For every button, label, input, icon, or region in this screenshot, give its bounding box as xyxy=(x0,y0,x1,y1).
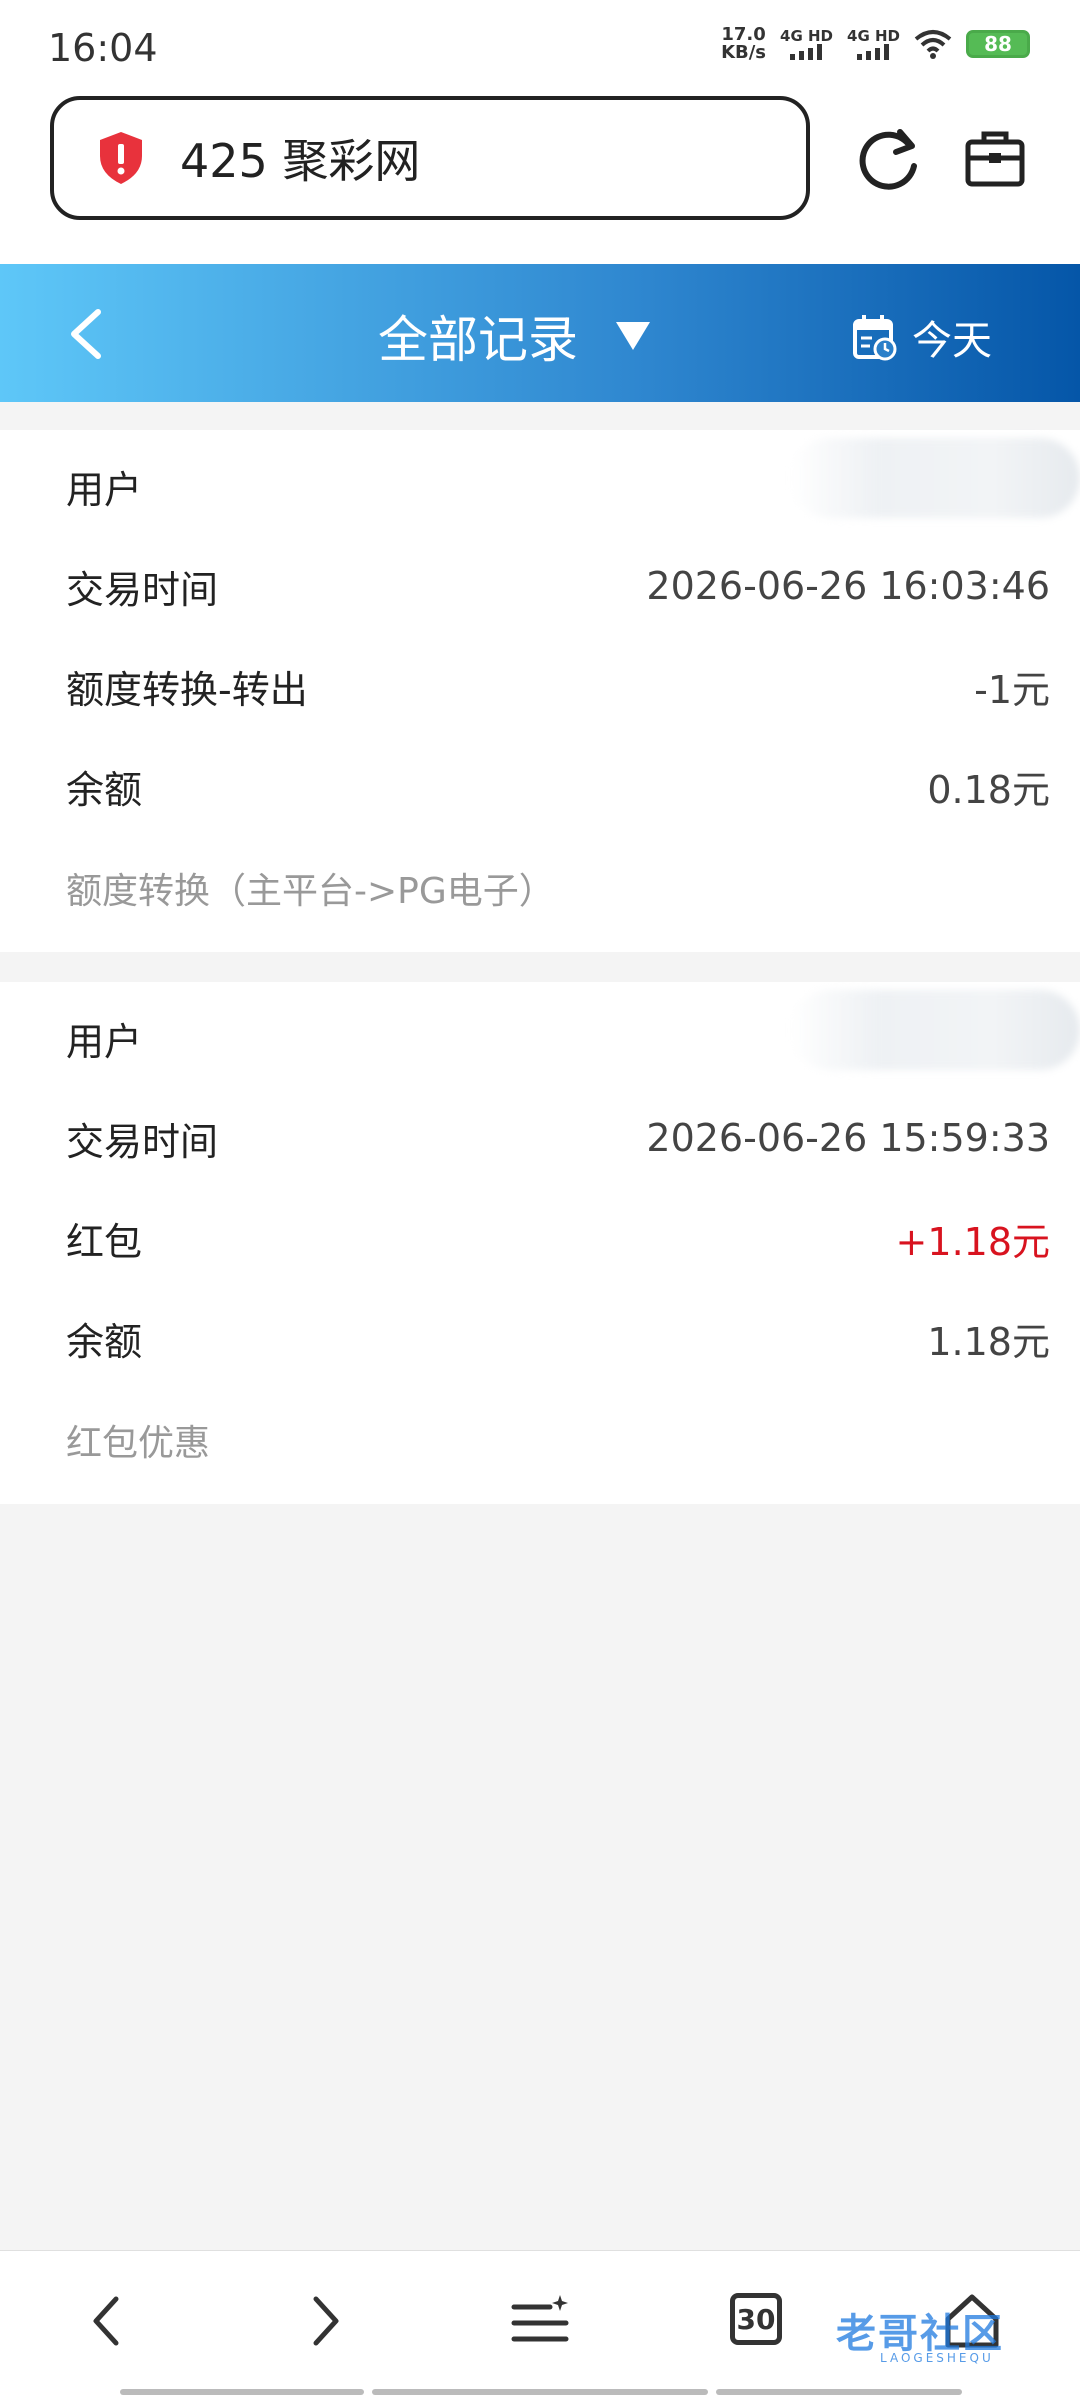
signal-bars-icon xyxy=(789,44,822,60)
browser-toolbar: 425 聚彩网 xyxy=(0,96,1080,264)
record-time-row: 交易时间 2026-06-26 15:59:33 xyxy=(66,1116,1050,1164)
transaction-record: 用户 交易时间 2026-06-26 15:59:33 红包 +1.18元 余额… xyxy=(0,982,1080,1504)
battery-indicator: 88 xyxy=(966,30,1030,58)
transaction-time: 2026-06-26 15:59:33 xyxy=(646,1116,1050,1160)
record-note: 额度转换（主平台->PG电子） xyxy=(66,871,555,912)
address-bar[interactable]: 425 聚彩网 xyxy=(50,96,810,220)
signal-2: 4G HD xyxy=(847,28,900,60)
status-icons: 17.0 KB/s 4G HD 4G HD 88 xyxy=(721,26,1030,62)
nav-forward-icon[interactable] xyxy=(306,2293,346,2349)
transaction-time: 2026-06-26 16:03:46 xyxy=(646,564,1050,608)
browser-bottom-nav: 30 老哥社区 LAOGESHEQU xyxy=(0,2250,1080,2401)
record-type-row: 红包 +1.18元 xyxy=(66,1208,1050,1268)
balance-value: 0.18元 xyxy=(927,767,1050,812)
balance-value: 1.18元 xyxy=(927,1319,1050,1364)
network-speed: 17.0 KB/s xyxy=(721,24,767,63)
transaction-record: 用户 交易时间 2026-06-26 16:03:46 额度转换-转出 -1元 … xyxy=(0,430,1080,952)
date-filter-button[interactable]: 今天 xyxy=(852,308,992,366)
record-user-row: 用户 xyxy=(66,467,143,512)
nav-indicator-segment xyxy=(372,2389,708,2395)
dropdown-triangle-icon xyxy=(616,322,650,350)
page-title: 全部记录 xyxy=(378,311,578,369)
signal-1: 4G HD xyxy=(780,28,833,60)
page-header: 全部记录 今天 xyxy=(0,264,1080,402)
record-time-row: 交易时间 2026-06-26 16:03:46 xyxy=(66,564,1050,612)
record-note: 红包优惠 xyxy=(66,1423,211,1464)
shield-icon xyxy=(100,132,142,184)
watermark-subtext: LAOGESHEQU xyxy=(880,2351,994,2365)
nav-indicator-segment xyxy=(120,2389,364,2395)
today-label: 今天 xyxy=(912,318,992,364)
address-text: 425 聚彩网 xyxy=(180,134,421,188)
transaction-amount: -1元 xyxy=(974,667,1050,712)
record-balance-row: 余额 1.18元 xyxy=(66,1308,1050,1368)
record-type-dropdown[interactable]: 全部记录 xyxy=(378,300,652,372)
tabs-count-button[interactable]: 30 xyxy=(730,2293,782,2345)
refresh-icon[interactable] xyxy=(856,126,922,192)
status-bar: 16:04 17.0 KB/s 4G HD 4G HD 88 xyxy=(0,0,1080,96)
wifi-icon xyxy=(914,30,952,59)
menu-sparkle-icon[interactable] xyxy=(510,2293,570,2349)
briefcase-icon[interactable] xyxy=(964,128,1026,188)
signal-bars-icon xyxy=(856,44,889,60)
nav-indicator-segment xyxy=(716,2389,962,2395)
nav-back-icon[interactable] xyxy=(86,2293,126,2349)
record-type-row: 额度转换-转出 -1元 xyxy=(66,656,1050,716)
calendar-clock-icon xyxy=(853,315,897,361)
transaction-amount: +1.18元 xyxy=(895,1219,1050,1264)
status-time: 16:04 xyxy=(48,26,158,70)
record-user-row: 用户 xyxy=(66,1019,143,1064)
back-chevron-icon[interactable] xyxy=(66,308,106,360)
record-balance-row: 余额 0.18元 xyxy=(66,756,1050,816)
